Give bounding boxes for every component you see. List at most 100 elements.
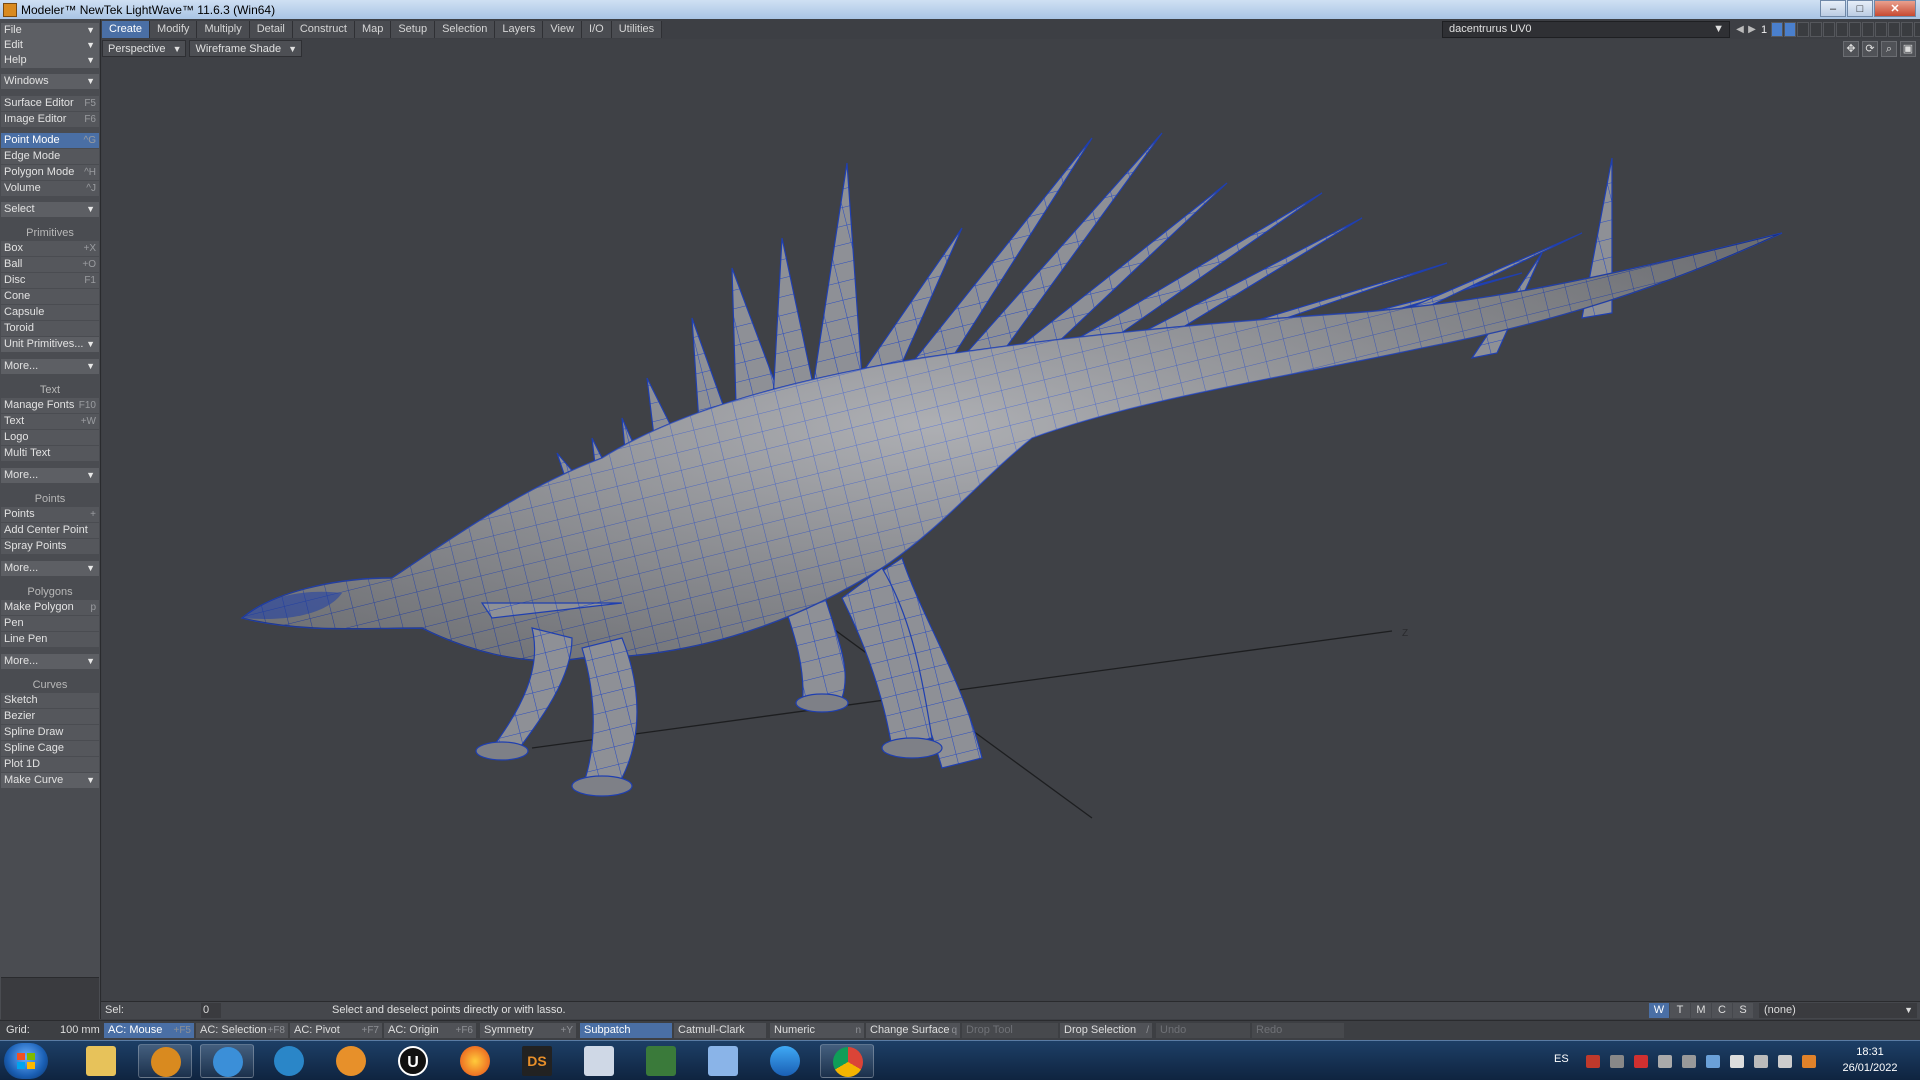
select-dropdown[interactable]: Select ▼ bbox=[1, 202, 99, 217]
mode-t-button[interactable]: T bbox=[1670, 1003, 1690, 1018]
mode-c-button[interactable]: C bbox=[1712, 1003, 1732, 1018]
layer-slot[interactable] bbox=[1888, 22, 1900, 37]
taskbar-lightwave-modeler[interactable] bbox=[138, 1044, 192, 1078]
chevron-right-icon[interactable]: ▶ bbox=[1746, 22, 1758, 37]
action-center-flag-icon[interactable] bbox=[1730, 1055, 1744, 1068]
mode-s-button[interactable]: S bbox=[1733, 1003, 1753, 1018]
minimize-button[interactable]: – bbox=[1820, 0, 1846, 17]
taskbar-explorer[interactable] bbox=[74, 1044, 128, 1078]
redo-button[interactable]: Redo bbox=[1252, 1023, 1344, 1038]
file-menu[interactable]: File ▼ bbox=[1, 23, 99, 38]
tray-cloud-icon[interactable] bbox=[1706, 1055, 1720, 1068]
layer-slot[interactable] bbox=[1862, 22, 1874, 37]
sketch-tool[interactable]: Sketch bbox=[1, 693, 99, 708]
bezier-tool[interactable]: Bezier bbox=[1, 709, 99, 724]
unit-primitives-dropdown[interactable]: Unit Primitives... ▼ bbox=[1, 337, 99, 352]
clock-date[interactable]: 26/01/2022 bbox=[1838, 1062, 1902, 1074]
ac-mouse-button[interactable]: AC: Mouse +F5 bbox=[104, 1023, 194, 1038]
tray-utility-icon[interactable] bbox=[1682, 1055, 1696, 1068]
make-polygon-tool[interactable]: Make Polygon p bbox=[1, 600, 99, 615]
layer-slot[interactable] bbox=[1810, 22, 1822, 37]
taskbar-app-10[interactable] bbox=[634, 1044, 688, 1078]
edge-mode-button[interactable]: Edge Mode bbox=[1, 149, 99, 164]
tab-utilities[interactable]: Utilities bbox=[611, 21, 663, 38]
change-surface-button[interactable]: Change Surface q bbox=[866, 1023, 960, 1038]
numeric-button[interactable]: Numeric n bbox=[770, 1023, 864, 1038]
tab-io[interactable]: I/O bbox=[582, 21, 612, 38]
image-editor-button[interactable]: Image Editor F6 bbox=[1, 112, 99, 127]
network-icon[interactable] bbox=[1754, 1055, 1768, 1068]
multi-text-tool[interactable]: Multi Text bbox=[1, 446, 99, 461]
text-tool[interactable]: Text +W bbox=[1, 414, 99, 429]
zoom-view-icon[interactable]: ⌕ bbox=[1881, 41, 1897, 57]
tab-setup[interactable]: Setup bbox=[391, 21, 436, 38]
tab-selection[interactable]: Selection bbox=[435, 21, 496, 38]
3d-scene[interactable]: Z bbox=[102, 58, 1920, 1001]
volume-icon[interactable] bbox=[1778, 1055, 1792, 1068]
maximize-button[interactable]: □ bbox=[1847, 0, 1873, 17]
logo-tool[interactable]: Logo bbox=[1, 430, 99, 445]
taskbar-app-11[interactable] bbox=[696, 1044, 750, 1078]
taskbar-app-12[interactable] bbox=[758, 1044, 812, 1078]
undo-button[interactable]: Undo bbox=[1156, 1023, 1250, 1038]
stegosaur-mesh[interactable] bbox=[240, 132, 1783, 797]
tab-view[interactable]: View bbox=[543, 21, 583, 38]
layer-slot[interactable] bbox=[1784, 22, 1796, 37]
volume-button[interactable]: Volume ^J bbox=[1, 181, 99, 196]
close-button[interactable]: ✕ bbox=[1874, 0, 1916, 17]
text-more-dropdown[interactable]: More... ▼ bbox=[1, 468, 99, 483]
taskbar-lightwave-layout[interactable] bbox=[200, 1044, 254, 1078]
toroid-tool[interactable]: Toroid bbox=[1, 321, 99, 336]
shading-dropdown[interactable]: Wireframe Shade ▼ bbox=[189, 40, 303, 57]
mode-w-button[interactable]: W bbox=[1649, 1003, 1669, 1018]
surface-editor-button[interactable]: Surface Editor F5 bbox=[1, 96, 99, 111]
taskbar-chrome[interactable] bbox=[820, 1044, 874, 1078]
plot-1d-tool[interactable]: Plot 1D bbox=[1, 757, 99, 772]
tab-map[interactable]: Map bbox=[354, 21, 392, 38]
layer-slot[interactable] bbox=[1914, 22, 1920, 37]
box-tool[interactable]: Box +X bbox=[1, 241, 99, 256]
ac-origin-button[interactable]: AC: Origin +F6 bbox=[384, 1023, 476, 1038]
surface-selector[interactable]: (none) ▼ bbox=[1759, 1003, 1917, 1018]
taskbar-app-5[interactable] bbox=[324, 1044, 378, 1078]
tray-update-icon[interactable] bbox=[1802, 1055, 1816, 1068]
clock-time[interactable]: 18:31 bbox=[1838, 1046, 1902, 1058]
make-curve-dropdown[interactable]: Make Curve ▼ bbox=[1, 773, 99, 788]
tab-detail[interactable]: Detail bbox=[249, 21, 293, 38]
ball-tool[interactable]: Ball +O bbox=[1, 257, 99, 272]
taskbar-app-9[interactable] bbox=[572, 1044, 626, 1078]
maximize-view-icon[interactable]: ▣ bbox=[1900, 41, 1916, 57]
subpatch-type-dropdown[interactable]: Catmull-Clark bbox=[674, 1023, 766, 1038]
tab-create[interactable]: Create bbox=[102, 21, 151, 38]
polygon-mode-button[interactable]: Polygon Mode ^H bbox=[1, 165, 99, 180]
spray-points-tool[interactable]: Spray Points bbox=[1, 539, 99, 554]
rotate-view-icon[interactable]: ⟳ bbox=[1862, 41, 1878, 57]
tray-tool-icon[interactable] bbox=[1658, 1055, 1672, 1068]
tab-layers[interactable]: Layers bbox=[495, 21, 544, 38]
layer-slot[interactable] bbox=[1875, 22, 1887, 37]
taskbar-daz-studio[interactable]: DS bbox=[510, 1044, 564, 1078]
spline-cage-tool[interactable]: Spline Cage bbox=[1, 741, 99, 756]
start-button[interactable] bbox=[4, 1043, 48, 1079]
ac-selection-button[interactable]: AC: Selection +F8 bbox=[196, 1023, 288, 1038]
object-selector[interactable]: dacentrurus UV0 ▼ bbox=[1442, 21, 1730, 38]
capsule-tool[interactable]: Capsule bbox=[1, 305, 99, 320]
taskbar-app-4[interactable] bbox=[262, 1044, 316, 1078]
symmetry-button[interactable]: Symmetry +Y bbox=[480, 1023, 576, 1038]
windows-menu[interactable]: Windows ▼ bbox=[1, 74, 99, 89]
layer-slot[interactable] bbox=[1771, 22, 1783, 37]
view-type-dropdown[interactable]: Perspective ▼ bbox=[102, 40, 187, 57]
pen-tool[interactable]: Pen bbox=[1, 616, 99, 631]
primitives-more-dropdown[interactable]: More... ▼ bbox=[1, 359, 99, 374]
mode-m-button[interactable]: M bbox=[1691, 1003, 1711, 1018]
drop-tool-button[interactable]: Drop Tool bbox=[962, 1023, 1058, 1038]
add-center-point-tool[interactable]: Add Center Point bbox=[1, 523, 99, 538]
tab-construct[interactable]: Construct bbox=[292, 21, 355, 38]
manage-fonts-button[interactable]: Manage Fonts F10 bbox=[1, 398, 99, 413]
ac-pivot-button[interactable]: AC: Pivot +F7 bbox=[290, 1023, 382, 1038]
tab-multiply[interactable]: Multiply bbox=[197, 21, 250, 38]
tray-app-icon[interactable] bbox=[1610, 1055, 1624, 1068]
layer-slot[interactable] bbox=[1836, 22, 1848, 37]
mail-icon[interactable] bbox=[1634, 1055, 1648, 1068]
taskbar-firefox[interactable] bbox=[448, 1044, 502, 1078]
